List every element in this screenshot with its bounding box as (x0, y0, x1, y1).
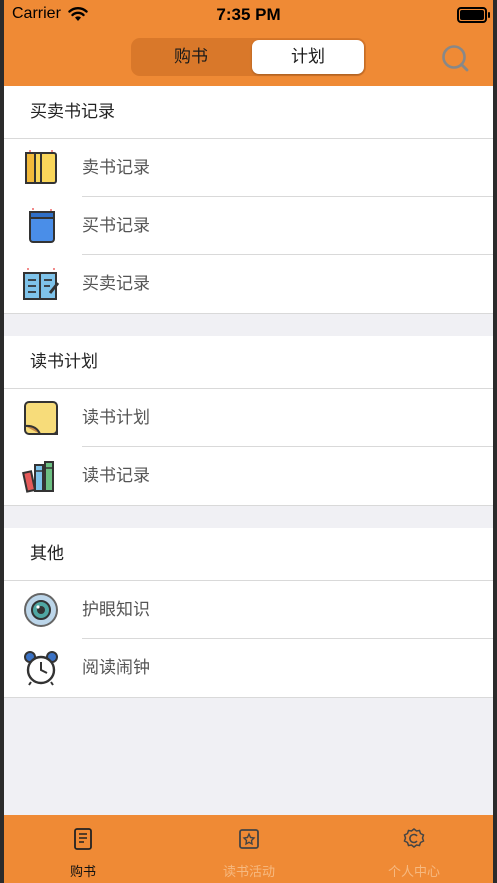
list-item-label: 读书记录 (82, 466, 150, 486)
list-item-label: 阅读闹钟 (82, 658, 150, 678)
group-reading-plan: 读书计划 读书计划 读书记录 (0, 336, 497, 506)
list-item-reading-records[interactable]: 读书记录 (0, 447, 497, 505)
books-stack-icon (22, 461, 54, 493)
book-tab-icon (74, 828, 92, 850)
clock-label: 7:35 PM (216, 5, 281, 24)
group-title: 其他 (0, 528, 497, 581)
nav-header: Carrier 7:35 PM 购书 计划 (0, 0, 497, 86)
list-item-label: 买卖记录 (82, 274, 150, 294)
yellow-book-icon (25, 150, 57, 184)
tab-label: 读书活动 (222, 865, 275, 880)
battery-icon (457, 7, 490, 23)
eye-icon (24, 593, 58, 627)
status-bar: Carrier 7:35 PM (0, 0, 497, 30)
list-item-reading-plan[interactable]: 读书计划 (0, 389, 497, 447)
segmented-control: 购书 计划 (131, 38, 366, 76)
group-other: 其他 护眼知识 阅读闹钟 (0, 528, 497, 698)
open-book-pencil-icon (23, 268, 60, 300)
list-item-label: 买书记录 (82, 216, 150, 236)
group-title: 读书计划 (0, 336, 497, 389)
blue-notebook-icon (29, 208, 55, 243)
activity-tab-icon (239, 829, 259, 849)
settings-list: 买卖书记录 卖书记录 买书记录 买卖记录 读书计划 读书计划 读书记录 其他 护… (0, 86, 497, 698)
list-item-label: 护眼知识 (82, 600, 150, 620)
list-item-label: 读书计划 (82, 408, 150, 428)
list-item-reading-alarm[interactable]: 阅读闹钟 (0, 639, 497, 697)
group-book-trade-records: 买卖书记录 卖书记录 买书记录 买卖记录 (0, 86, 497, 314)
tab-profile[interactable]: 个人中心 (331, 815, 497, 883)
tab-buy-books[interactable]: 购书 (0, 815, 166, 883)
segment-buy-books[interactable]: 购书 (133, 40, 249, 74)
list-item-buy-records[interactable]: 买书记录 (0, 197, 497, 255)
sticky-note-icon (24, 401, 58, 435)
list-item-eye-care[interactable]: 护眼知识 (0, 581, 497, 639)
group-title: 买卖书记录 (0, 86, 497, 139)
tab-label: 个人中心 (387, 865, 440, 880)
segment-plan[interactable]: 计划 (252, 40, 364, 74)
list-item-trade-records[interactable]: 买卖记录 (0, 255, 497, 313)
list-item-sell-records[interactable]: 卖书记录 (0, 139, 497, 197)
alarm-clock-icon (24, 651, 58, 686)
tab-bar: 购书 读书活动 个人中心 (0, 815, 497, 883)
list-item-label: 卖书记录 (82, 158, 150, 178)
profile-tab-icon (403, 828, 425, 848)
tab-label: 购书 (69, 865, 96, 880)
search-icon[interactable] (441, 44, 469, 72)
tab-reading-activity[interactable]: 读书活动 (166, 815, 332, 883)
